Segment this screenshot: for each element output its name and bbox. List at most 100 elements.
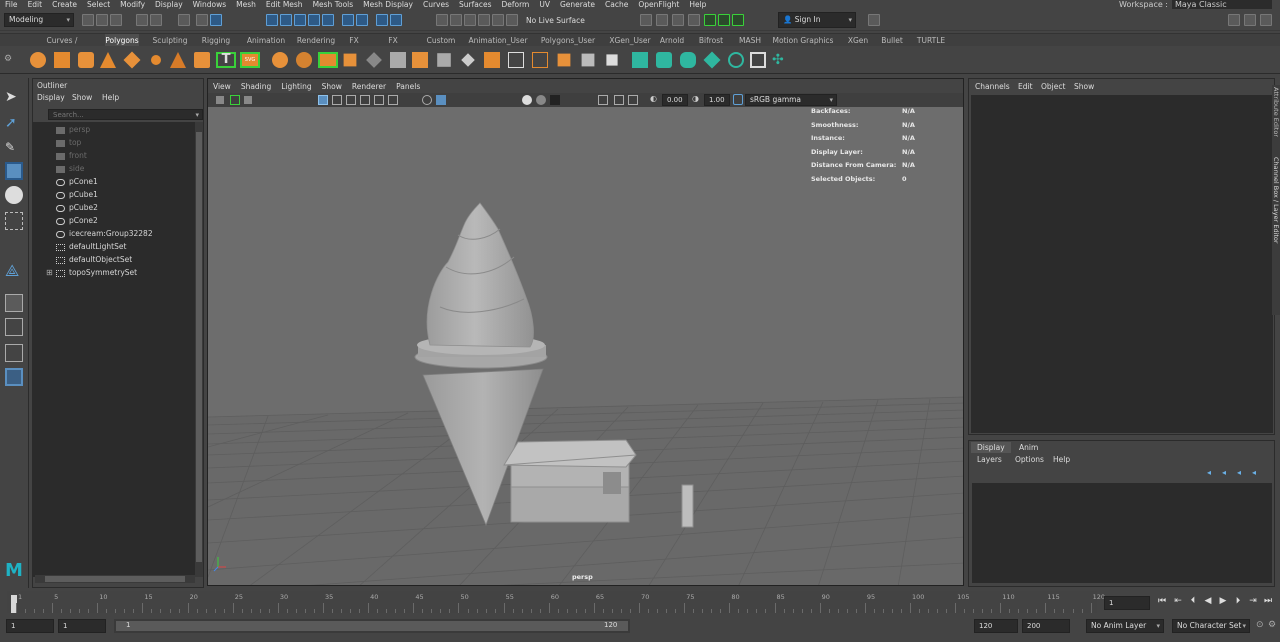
gamma-field[interactable]: 1.00 — [704, 94, 730, 106]
camera-attributes-icon[interactable] — [230, 95, 240, 105]
step-back-frame-icon[interactable]: ⏴ — [1187, 595, 1199, 607]
paint-select-icon[interactable]: ✎ — [5, 138, 23, 156]
viewport-menu-shading[interactable]: Shading — [236, 82, 276, 91]
motion-blur-icon[interactable] — [536, 95, 546, 105]
outliner-item[interactable]: pCone1 — [33, 176, 193, 189]
snap-grid-icon[interactable] — [266, 14, 278, 26]
collapse-icon[interactable] — [606, 54, 618, 66]
step-back-key-icon[interactable]: ⇤ — [1172, 595, 1184, 607]
menu-edit[interactable]: Edit — [23, 0, 48, 9]
single-pane-icon[interactable] — [5, 294, 23, 312]
select-object-icon[interactable] — [196, 14, 208, 26]
last-tool-icon[interactable]: ⟁ — [5, 262, 23, 280]
poly-pyramid-icon[interactable] — [170, 52, 186, 68]
kiosk-model[interactable] — [503, 439, 637, 523]
auto-map-icon[interactable] — [728, 52, 744, 68]
outliner-item[interactable]: defaultLightSet — [33, 241, 193, 254]
poly-pipe-icon[interactable] — [194, 52, 210, 68]
uv-editor-icon[interactable] — [632, 52, 648, 68]
tab-anim[interactable]: Anim — [1013, 442, 1044, 453]
playback-end-field[interactable]: 120 — [974, 619, 1018, 633]
snap-curve-icon[interactable] — [280, 14, 292, 26]
input-ops-icon[interactable] — [356, 14, 368, 26]
toggle-panel-icon[interactable] — [1228, 14, 1240, 26]
outliner-item[interactable]: defaultObjectSet — [33, 254, 193, 267]
layout-uv-icon[interactable]: ✣ — [772, 52, 788, 68]
menu-modify[interactable]: Modify — [115, 0, 150, 9]
shadows-icon[interactable] — [388, 95, 398, 105]
anim-layer-dropdown[interactable]: No Anim Layer ▾ — [1086, 619, 1164, 633]
combine-icon[interactable] — [272, 52, 288, 68]
render-frame-icon[interactable] — [450, 14, 462, 26]
outliner-item[interactable]: pCube1 — [33, 189, 193, 202]
toggle-channel-box-icon[interactable] — [732, 14, 744, 26]
expand-icon[interactable]: ⊞ — [46, 268, 53, 277]
toggle-modeling-toolkit-icon[interactable] — [704, 14, 716, 26]
four-pane-icon[interactable] — [5, 318, 23, 336]
poly-cone-icon[interactable] — [100, 52, 116, 68]
menu-help[interactable]: Help — [684, 0, 711, 9]
wireframe-on-shaded-icon[interactable] — [346, 95, 356, 105]
go-to-start-icon[interactable]: ⏮ — [1156, 595, 1168, 607]
smooth-shade-icon[interactable] — [332, 95, 342, 105]
append-icon[interactable] — [437, 53, 451, 67]
cylindrical-map-icon[interactable] — [680, 52, 696, 68]
render-setup-icon[interactable] — [506, 14, 518, 26]
planar-map-icon[interactable] — [656, 52, 672, 68]
output-ops-icon[interactable] — [390, 14, 402, 26]
snap-view-plane-icon[interactable] — [308, 14, 320, 26]
chevron-down-icon[interactable]: ▾ — [195, 110, 199, 120]
menu-mesh-tools[interactable]: Mesh Tools — [308, 0, 359, 9]
outliner-item[interactable]: pCube2 — [33, 202, 193, 215]
menu-curves[interactable]: Curves — [418, 0, 454, 9]
isolate-select-icon[interactable] — [422, 95, 432, 105]
viewport-menu-view[interactable]: View — [208, 82, 236, 91]
outliner-hscrollbar[interactable] — [35, 575, 195, 583]
layers-menu[interactable]: Layers — [971, 454, 1008, 465]
workspace-selector[interactable]: Workspace : Maya Classic — [1119, 0, 1272, 9]
new-scene-icon[interactable] — [82, 14, 94, 26]
hscrollbar-thumb[interactable] — [45, 576, 185, 582]
playback-start-field[interactable]: 1 — [58, 619, 106, 633]
panel-layout-icon[interactable] — [656, 14, 668, 26]
bevel-icon[interactable] — [508, 52, 524, 68]
menu-deform[interactable]: Deform — [496, 0, 534, 9]
spherical-map-icon[interactable] — [703, 51, 721, 69]
field-chart-icon[interactable] — [614, 95, 624, 105]
scrollbar-thumb[interactable] — [196, 132, 202, 562]
range-slider-track[interactable]: 1 120 — [114, 619, 630, 633]
menu-create[interactable]: Create — [47, 0, 82, 9]
viewport-menu-show[interactable]: Show — [317, 82, 347, 91]
menu-openflight[interactable]: OpenFlight — [633, 0, 684, 9]
textured-icon[interactable] — [360, 95, 370, 105]
svg-icon[interactable]: SVG — [240, 52, 260, 68]
rotate-tool-icon[interactable] — [5, 186, 23, 204]
outliner-item[interactable]: front — [33, 150, 193, 163]
new-layer-selected-icon[interactable]: ◂ — [1252, 468, 1256, 477]
snap-live-icon[interactable] — [322, 14, 334, 26]
mirror-icon[interactable] — [366, 52, 382, 68]
range-slider-bar[interactable] — [116, 621, 628, 631]
select-component-icon[interactable] — [210, 14, 222, 26]
toggle-panel-icon[interactable] — [1244, 14, 1256, 26]
side-by-side-icon[interactable] — [5, 344, 23, 362]
step-forward-key-icon[interactable]: ⇥ — [1247, 595, 1259, 607]
move-layer-down-icon[interactable]: ◂ — [1222, 468, 1226, 477]
channel-menu-show[interactable]: Show — [1074, 82, 1094, 91]
history-icon[interactable] — [342, 14, 354, 26]
outliner-item[interactable]: icecream:Group32282 — [33, 228, 193, 241]
channel-menu-object[interactable]: Object — [1041, 82, 1065, 91]
outliner-menu-help[interactable]: Help — [102, 93, 119, 102]
sign-in-button[interactable]: 👤 Sign In ▾ — [778, 12, 856, 28]
play-backwards-icon[interactable]: ◀ — [1202, 595, 1214, 607]
save-scene-icon[interactable] — [110, 14, 122, 26]
ambient-occlusion-icon[interactable] — [522, 95, 532, 105]
viewport-menu-renderer[interactable]: Renderer — [347, 82, 391, 91]
wireframe-icon[interactable] — [318, 95, 328, 105]
outliner-menu-show[interactable]: Show — [72, 93, 92, 102]
extract-icon[interactable] — [390, 52, 406, 68]
lasso-tool-icon[interactable]: ➚ — [5, 114, 23, 132]
toggle-panel-icon[interactable] — [1260, 14, 1272, 26]
workspace-dropdown[interactable]: Maya Classic — [1172, 0, 1272, 9]
outliner-item[interactable]: side — [33, 163, 193, 176]
